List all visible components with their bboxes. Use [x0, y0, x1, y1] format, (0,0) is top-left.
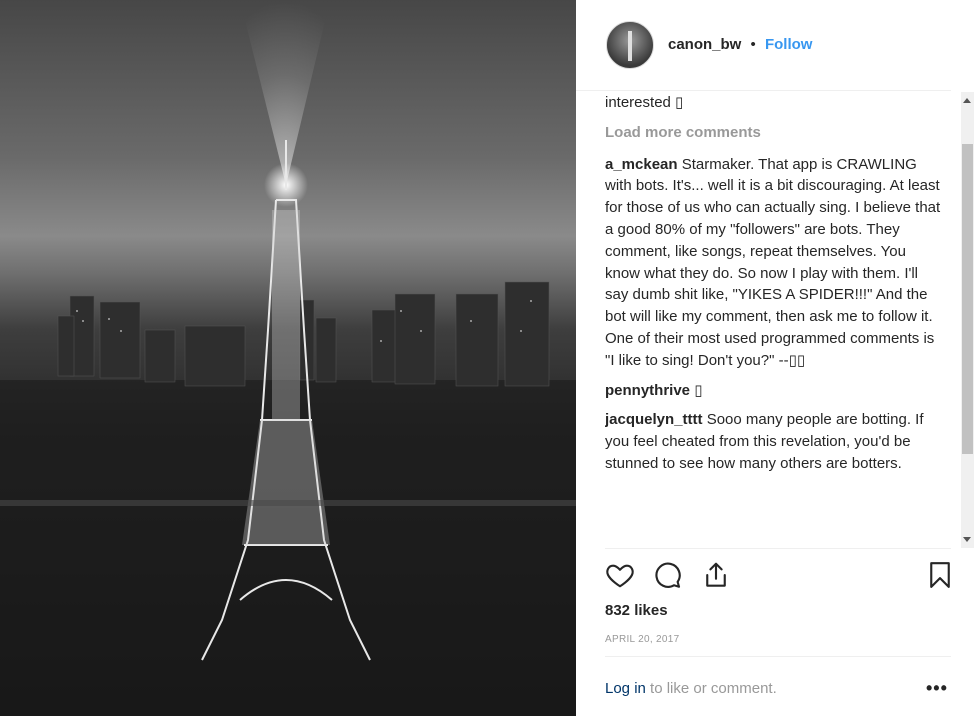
scroll-up-arrow-icon[interactable] — [963, 98, 971, 103]
post-date: APRIL 20, 2017 — [605, 634, 680, 645]
share-upload-icon[interactable] — [701, 560, 731, 595]
speech-bubble-icon[interactable] — [652, 560, 682, 595]
header-separator: • — [750, 36, 756, 53]
likes-count[interactable]: 832 likes — [605, 602, 668, 619]
comment-item: jacquelyn_tttt Sooo many people are bott… — [605, 409, 945, 474]
heart-outline-icon[interactable] — [605, 560, 635, 595]
avatar[interactable] — [606, 21, 654, 69]
post-side-panel: canon_bw • Follow interested ▯ Load more… — [576, 0, 974, 716]
scrollbar-thumb[interactable] — [962, 144, 973, 454]
comment-text: ▯ — [694, 381, 703, 399]
divider — [605, 548, 951, 549]
comments-scrollbar[interactable] — [961, 92, 974, 548]
comment-item: pennythrive ▯ — [605, 380, 945, 402]
follow-button[interactable]: Follow — [765, 36, 813, 53]
login-prompt-text: to like or comment. — [645, 680, 777, 697]
load-more-comments-button[interactable]: Load more comments — [605, 122, 945, 144]
post-actions-bar — [605, 560, 955, 596]
post-header: canon_bw • Follow — [576, 0, 951, 91]
comment-item: a_mckean Starmaker. That app is CRAWLING… — [605, 154, 945, 372]
comment-text: interested ▯ — [605, 94, 684, 111]
comment-item: interested ▯ — [605, 92, 945, 114]
more-options-icon[interactable]: ••• — [926, 678, 948, 699]
header-name-row: canon_bw • Follow — [668, 36, 812, 53]
login-prompt: Log in to like or comment. — [605, 680, 777, 697]
comment-username[interactable]: jacquelyn_tttt — [605, 411, 703, 428]
divider — [605, 656, 951, 657]
bookmark-icon[interactable] — [925, 560, 955, 595]
comments-list[interactable]: interested ▯ Load more comments a_mckean… — [605, 92, 945, 548]
login-link[interactable]: Log in — [605, 680, 646, 697]
comment-username[interactable]: pennythrive — [605, 382, 690, 399]
eiffel-tower-night-image — [0, 0, 576, 716]
post-username[interactable]: canon_bw — [668, 36, 741, 53]
comment-text: Starmaker. That app is CRAWLING with bot… — [605, 155, 941, 369]
comment-username[interactable]: a_mckean — [605, 156, 678, 173]
scroll-down-arrow-icon[interactable] — [963, 537, 971, 542]
post-photo[interactable] — [0, 0, 576, 716]
